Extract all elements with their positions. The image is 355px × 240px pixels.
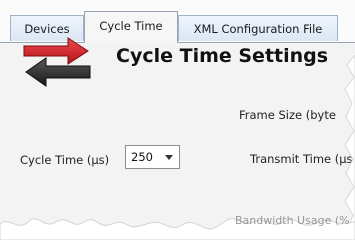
tab-xml-configuration-file-label: XML Configuration File [193,21,323,36]
tab-xml-configuration-file[interactable]: XML Configuration File [178,15,338,41]
bandwidth-usage-label: Bandwidth Usage (% [235,214,350,227]
tab-devices-label: Devices [24,21,70,36]
frame-size-label: Frame Size (byte [239,108,336,122]
cycle-time-dropdown[interactable]: 250 [125,145,180,169]
exchange-arrows-icon [22,36,92,88]
page-title: Cycle Time Settings [116,45,329,67]
right-edge-scallop [344,55,355,225]
cycle-time-label: Cycle Time (µs) [20,153,110,167]
tab-cycle-time-label: Cycle Time [99,18,163,33]
chevron-down-icon [165,155,173,160]
cycle-time-value: 250 [131,150,153,164]
tab-cycle-time[interactable]: Cycle Time [84,11,178,43]
